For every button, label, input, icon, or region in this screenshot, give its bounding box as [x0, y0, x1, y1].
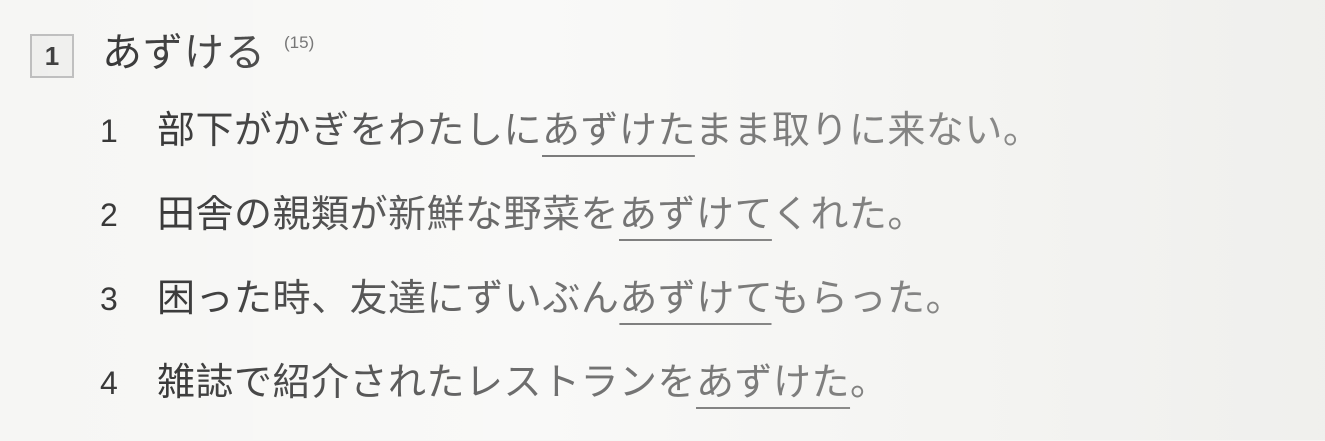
sentence-before: 田舎の親類が新鮮な野菜を [157, 192, 620, 236]
underlined-target-word: あずけて [619, 276, 772, 320]
option-number: 1 [100, 113, 118, 149]
sentence-before: 雑誌で紹介されたレストランを [157, 360, 697, 404]
underlined-target-word: あずけた [696, 360, 851, 404]
question-number-box: 1 [30, 34, 74, 78]
headword-reference: (15) [284, 33, 315, 52]
option-sentence: 困った時、友達にずいぶんあずけてもらった。 [157, 273, 964, 323]
options-list: 1 部下がかぎをわたしにあずけたまま取りに来ない。 2 田舎の親類が新鮮な野菜を… [100, 105, 1300, 441]
headword: あずける [102, 30, 266, 76]
option-number: 2 [100, 197, 118, 233]
option-number: 3 [100, 281, 118, 317]
underlined-target-word: あずけて [619, 192, 772, 236]
option-3: 3 困った時、友達にずいぶんあずけてもらった。 [100, 273, 1300, 357]
option-sentence: 田舎の親類が新鮮な野菜をあずけてくれた。 [157, 189, 926, 239]
sentence-after: くれた。 [771, 192, 926, 236]
question-block: 1 あずける (15) 1 部下がかぎをわたしにあずけたまま取りに来ない。 2 … [30, 25, 1310, 425]
option-number: 4 [100, 365, 118, 401]
sentence-after: もらった。 [771, 276, 965, 320]
sentence-before: 部下がかぎをわたしに [157, 108, 543, 152]
option-1: 1 部下がかぎをわたしにあずけたまま取りに来ない。 [100, 105, 1300, 189]
option-2: 2 田舎の親類が新鮮な野菜をあずけてくれた。 [100, 189, 1300, 273]
sentence-before: 困った時、友達にずいぶん [157, 276, 620, 320]
underlined-target-word: あずけた [542, 108, 695, 152]
question-number: 1 [44, 40, 60, 71]
sentence-after: 。 [850, 360, 889, 404]
page: { "question": { "number": "1", "headword… [0, 0, 1325, 440]
option-4: 4 雑誌で紹介されたレストランをあずけた。 [100, 357, 1300, 441]
sentence-after: まま取りに来ない。 [694, 108, 1042, 152]
option-sentence: 部下がかぎをわたしにあずけたまま取りに来ない。 [157, 105, 1041, 155]
option-sentence: 雑誌で紹介されたレストランをあずけた。 [157, 357, 889, 407]
